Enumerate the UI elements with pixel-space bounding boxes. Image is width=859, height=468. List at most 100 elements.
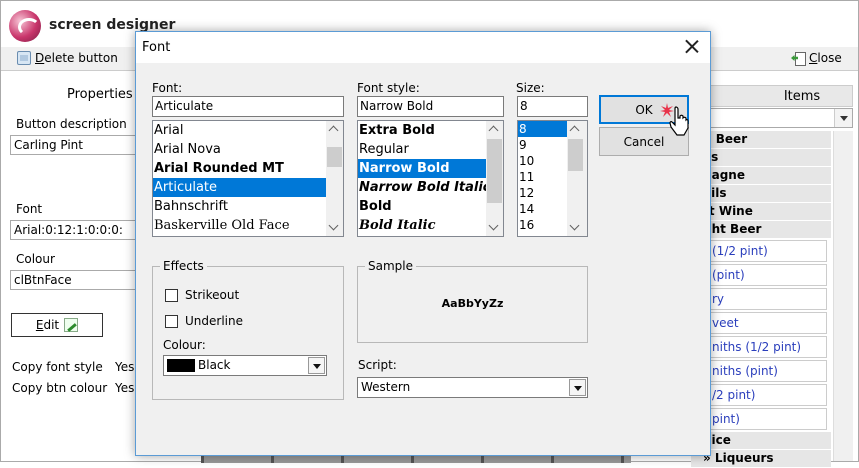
- copy-font-style-value[interactable]: Yes: [115, 360, 134, 374]
- item-button-entry[interactable]: /2 pint): [691, 384, 827, 406]
- item-group-row[interactable]: » Liqueurs: [691, 450, 831, 468]
- button-description-field[interactable]: Carling Pint: [10, 135, 138, 155]
- sample-group: Sample AaBbYyZz: [357, 259, 588, 343]
- item-button-entry[interactable]: pint): [691, 408, 827, 430]
- items-category-select[interactable]: [701, 108, 853, 128]
- items-scrollbar[interactable]: [833, 131, 853, 461]
- item-group-row[interactable]: uice: [691, 432, 831, 450]
- strikeout-checkbox-box[interactable]: [165, 288, 178, 302]
- item-button-entry[interactable]: (1/2 pint): [691, 240, 827, 262]
- exit-door-icon: [791, 51, 806, 66]
- font-list-item[interactable]: Arial Rounded MT: [153, 159, 343, 178]
- underline-checkbox[interactable]: Underline: [165, 314, 243, 328]
- chevron-down-icon[interactable]: [308, 357, 325, 374]
- font-dialog-title: Font: [142, 40, 171, 55]
- click-burst-icon: [660, 103, 674, 117]
- item-button-entry[interactable]: veet: [691, 312, 827, 334]
- font-list-scrollbar[interactable]: [326, 121, 343, 236]
- underline-checkbox-box[interactable]: [165, 314, 178, 328]
- font-list-item[interactable]: Arial: [153, 121, 343, 140]
- sample-preview-text: AaBbYyZz: [441, 297, 504, 310]
- item-button-entry[interactable]: ry: [691, 288, 827, 310]
- delete-icon: [17, 51, 31, 65]
- close-button-label: Close: [809, 51, 842, 65]
- colour-value: Black: [198, 358, 231, 372]
- close-button[interactable]: Close: [791, 51, 842, 66]
- font-style-input[interactable]: Narrow Bold: [357, 96, 504, 117]
- copy-btn-colour-label: Copy btn colour: [12, 381, 108, 395]
- item-button-entry[interactable]: (pint): [691, 264, 827, 286]
- scroll-up-icon[interactable]: [567, 121, 584, 138]
- scroll-thumb[interactable]: [487, 139, 502, 203]
- font-style-list-item[interactable]: Narrow Bold Italic: [358, 178, 503, 197]
- properties-header: Properties: [67, 87, 133, 102]
- size-input[interactable]: 8: [517, 96, 588, 117]
- delete-button-label: Delete button: [35, 51, 118, 65]
- delete-button[interactable]: Delete button: [17, 51, 118, 65]
- script-label: Script:: [358, 358, 397, 372]
- items-list: d Beerespagneailsrt Wineght Beer(1/2 pin…: [691, 131, 831, 468]
- font-list-item[interactable]: Arial Nova: [153, 140, 343, 159]
- font-list-items: Arial Arial Nova Arial Rounded MT Articulat…: [153, 121, 343, 235]
- effects-group: Effects Strikeout Underline Colour: Blac…: [152, 259, 344, 400]
- font-style-list-item[interactable]: Bold Italic: [358, 216, 503, 235]
- item-group-row[interactable]: d Beer: [691, 131, 831, 149]
- font-style-list[interactable]: Extra Bold Regular Narrow Bold Narrow Bold …: [357, 120, 504, 237]
- scroll-down-icon[interactable]: [486, 219, 503, 236]
- scroll-thumb[interactable]: [568, 139, 583, 171]
- font-style-list-item[interactable]: Regular: [358, 140, 503, 159]
- font-property-label: Font: [16, 202, 43, 216]
- close-icon[interactable]: [684, 38, 700, 54]
- copy-btn-colour-value[interactable]: Yes: [115, 381, 134, 395]
- colour-property-label: Colour: [16, 252, 55, 266]
- font-style-list-item[interactable]: Narrow Bold: [358, 159, 503, 178]
- colour-property-field[interactable]: clBtnFace: [10, 270, 138, 290]
- font-property-field[interactable]: Arial:0:12:1:0:0:0:: [10, 220, 138, 240]
- font-style-list-item[interactable]: Extra Bold: [358, 121, 503, 140]
- script-select[interactable]: Western: [357, 377, 588, 398]
- font-dialog-titlebar: Font: [136, 32, 710, 63]
- font-style-list-scrollbar[interactable]: [486, 121, 503, 236]
- item-group-row[interactable]: pagne: [691, 167, 831, 185]
- effects-group-title: Effects: [160, 259, 207, 273]
- scroll-down-icon[interactable]: [567, 219, 584, 236]
- app-logo-icon: [9, 10, 41, 42]
- edit-button[interactable]: Edit: [11, 313, 103, 337]
- font-style-label: Font style:: [357, 81, 420, 95]
- scroll-up-icon[interactable]: [326, 121, 343, 138]
- script-value: Western: [361, 380, 411, 394]
- chevron-down-icon[interactable]: [569, 379, 586, 396]
- item-button-entry[interactable]: niths (pint): [691, 360, 827, 382]
- colour-select[interactable]: Black: [163, 355, 327, 376]
- colour-label: Colour:: [163, 338, 206, 352]
- font-list-item[interactable]: Baskerville Old Face: [153, 216, 343, 235]
- size-label: Size:: [516, 81, 545, 95]
- scroll-down-icon[interactable]: [326, 219, 343, 236]
- item-group-row[interactable]: ails: [691, 185, 831, 203]
- copy-font-style-label: Copy font style: [12, 360, 103, 374]
- font-list[interactable]: Arial Arial Nova Arial Rounded MT Articulat…: [152, 120, 344, 237]
- size-list[interactable]: 8 9 10 11 12 14 16: [517, 120, 588, 237]
- item-group-row[interactable]: ght Beer: [691, 221, 831, 239]
- size-list-scrollbar[interactable]: [567, 121, 587, 236]
- edit-button-label: Edit: [35, 318, 60, 332]
- scroll-thumb[interactable]: [327, 147, 342, 167]
- scroll-up-icon[interactable]: [486, 121, 503, 138]
- font-dialog: Font Font: Articulate Arial Arial Nova Ari…: [135, 31, 711, 456]
- button-description-label: Button description: [16, 117, 127, 131]
- items-header: Items: [701, 85, 853, 107]
- item-group-row[interactable]: rt Wine: [691, 203, 831, 221]
- colour-swatch: [167, 359, 195, 372]
- strikeout-label: Strikeout: [185, 288, 240, 302]
- chevron-down-icon[interactable]: [834, 109, 852, 127]
- font-list-item[interactable]: Articulate: [153, 178, 343, 197]
- edit-pencil-icon: [64, 318, 79, 332]
- item-group-row[interactable]: es: [691, 149, 831, 167]
- font-style-list-item[interactable]: Bold: [358, 197, 503, 216]
- font-list-item[interactable]: Bahnschrift: [153, 197, 343, 216]
- strikeout-checkbox[interactable]: Strikeout: [165, 288, 239, 302]
- font-name-input[interactable]: Articulate: [152, 96, 344, 117]
- item-button-entry[interactable]: niths (1/2 pint): [691, 336, 827, 358]
- copy-btn-colour-row: Copy btn colour Yes: [12, 381, 134, 395]
- underline-label: Underline: [185, 314, 243, 328]
